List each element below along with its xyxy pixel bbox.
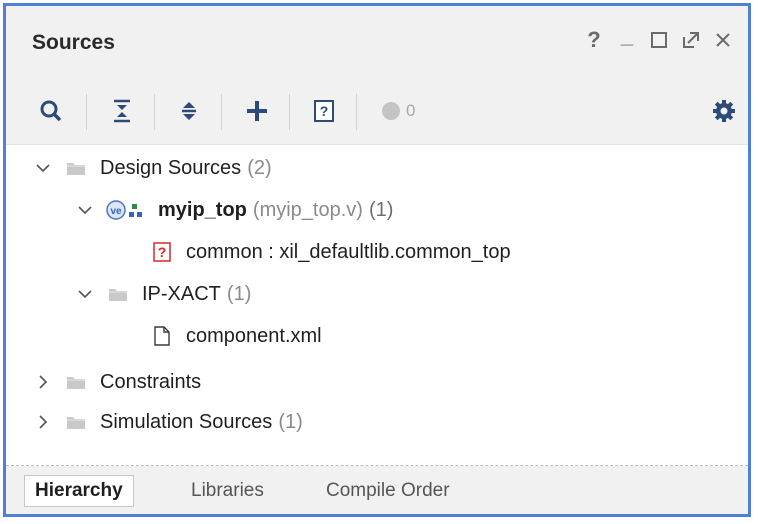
svg-text:?: ? xyxy=(158,244,167,260)
tree-node-common[interactable]: ? common : xil_defaultlib.common_top xyxy=(150,233,511,271)
sources-panel: Sources ? _ ? 0 Design Sources (2) ve my… xyxy=(3,3,751,517)
toolbar-separator xyxy=(154,94,155,130)
chevron-down-icon[interactable] xyxy=(74,283,96,305)
tree-node-label: Design Sources xyxy=(100,156,242,179)
toolbar-separator xyxy=(221,94,222,130)
tree-node-simulation-sources[interactable]: Simulation Sources (1) xyxy=(32,403,303,441)
chevron-down-icon[interactable] xyxy=(32,157,54,179)
tab-label: Compile Order xyxy=(326,480,450,501)
missing-source-icon: ? xyxy=(150,241,174,263)
file-icon xyxy=(150,325,174,347)
tree-node-label: myip_top xyxy=(158,198,247,221)
status-count: 0 xyxy=(406,101,416,120)
status-dot-icon xyxy=(382,102,400,120)
view-tabs: Hierarchy Libraries Compile Order xyxy=(6,466,748,514)
tree-node-constraints[interactable]: Constraints xyxy=(32,363,201,401)
tree-node-label: Simulation Sources xyxy=(100,410,273,433)
tree-node-count: (1) xyxy=(278,410,303,433)
tree-node-component-xml[interactable]: component.xml xyxy=(150,317,322,355)
folder-icon xyxy=(64,371,88,393)
close-icon xyxy=(716,33,730,47)
tree-node-count: (1) xyxy=(226,282,252,305)
toolbar-separator xyxy=(356,94,357,130)
settings-button[interactable] xyxy=(709,96,739,126)
close-button[interactable] xyxy=(710,27,736,53)
verilog-top-module-icon: ve xyxy=(106,199,146,221)
folder-icon xyxy=(64,411,88,433)
tree-node-file: (myip_top.v) xyxy=(252,198,363,221)
tab-label: Libraries xyxy=(191,480,264,501)
tab-hierarchy[interactable]: Hierarchy xyxy=(24,475,134,507)
tree-node-count: (1) xyxy=(368,198,394,221)
gear-icon xyxy=(713,100,735,122)
add-icon xyxy=(247,101,267,121)
minimize-icon: _ xyxy=(620,23,634,48)
sources-toolbar: ? 0 xyxy=(6,82,748,145)
tree-node-design-sources[interactable]: Design Sources (2) xyxy=(32,149,272,187)
svg-text:ve: ve xyxy=(110,206,122,217)
chevron-right-icon[interactable] xyxy=(32,371,54,393)
search-icon xyxy=(40,100,62,122)
add-sources-button[interactable] xyxy=(242,96,272,126)
expand-all-button[interactable] xyxy=(174,96,204,126)
tree-node-label: component.xml xyxy=(186,324,322,347)
toolbar-separator xyxy=(86,94,87,130)
collapse-all-button[interactable] xyxy=(107,96,137,126)
expand-all-icon xyxy=(182,102,196,120)
collapse-all-icon xyxy=(114,99,130,123)
panel-titlebar: Sources ? _ xyxy=(6,6,748,82)
minimize-button[interactable]: _ xyxy=(614,23,640,53)
folder-icon xyxy=(106,283,130,305)
tree-node-ip-xact[interactable]: IP-XACT (1) xyxy=(74,275,251,313)
tab-compile-order[interactable]: Compile Order xyxy=(316,475,460,507)
tab-label: Hierarchy xyxy=(35,480,123,501)
svg-text:?: ? xyxy=(320,103,329,119)
tree-node-myip-top[interactable]: ve myip_top (myip_top.v) (1) xyxy=(74,191,393,229)
toolbar-separator xyxy=(289,94,290,130)
maximize-button[interactable] xyxy=(646,27,672,53)
tree-node-label: common : xil_defaultlib.common_top xyxy=(186,240,511,263)
float-icon xyxy=(683,32,699,48)
panel-title: Sources xyxy=(32,31,115,54)
unknown-icon: ? xyxy=(314,100,334,122)
sources-tree: Design Sources (2) ve myip_top (myip_top… xyxy=(6,145,748,463)
folder-icon xyxy=(64,157,88,179)
tab-libraries[interactable]: Libraries xyxy=(181,475,274,507)
status-indicator[interactable] xyxy=(376,96,406,126)
help-button[interactable]: ? xyxy=(581,27,607,53)
chevron-right-icon[interactable] xyxy=(32,411,54,433)
float-button[interactable] xyxy=(678,27,704,53)
help-icon: ? xyxy=(587,27,601,52)
maximize-icon xyxy=(651,32,667,48)
tree-node-label: Constraints xyxy=(100,370,202,393)
search-button[interactable] xyxy=(36,96,66,126)
tree-node-count: (2) xyxy=(247,156,272,179)
unknown-button[interactable]: ? xyxy=(309,96,339,126)
tree-node-label: IP-XACT xyxy=(142,282,221,305)
chevron-down-icon[interactable] xyxy=(74,199,96,221)
